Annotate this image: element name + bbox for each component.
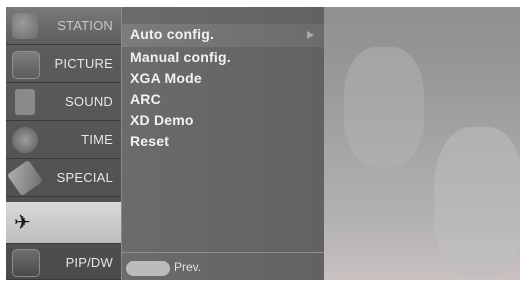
sidebar-item-label: SOUND <box>65 94 113 109</box>
blurred-shape <box>344 47 424 167</box>
sidebar-item-label: SPECIAL <box>56 170 113 185</box>
menu-item-xga-mode[interactable]: XGA Mode <box>130 70 202 86</box>
menu-item-label: Auto config. <box>130 26 215 42</box>
menu-item-auto-config[interactable]: Auto config. <box>122 24 324 47</box>
sidebar-item-label: TIME <box>81 132 113 147</box>
sidebar-item-sound[interactable]: SOUND <box>6 83 121 121</box>
sidebar-item-label: PICTURE <box>54 56 113 71</box>
pip-icon <box>12 249 40 277</box>
menu-item-xd-demo[interactable]: XD Demo <box>130 112 194 128</box>
sidebar-item-label: PIP/DW <box>65 254 113 270</box>
screen-icon: ✈ <box>14 210 31 234</box>
prev-label: Prev. <box>174 260 202 274</box>
sidebar-item-picture[interactable]: PICTURE <box>6 45 121 83</box>
sidebar-item-screen[interactable]: ✈ <box>6 202 121 244</box>
menu-item-arc[interactable]: ARC <box>130 91 161 107</box>
prev-button-icon[interactable] <box>126 261 170 276</box>
menu-item-manual-config[interactable]: Manual config. <box>130 49 231 65</box>
sidebar: STATION PICTURE SOUND TIME SPECIAL ✈ PIP… <box>6 7 121 280</box>
sound-icon <box>15 89 35 115</box>
menu-item-reset[interactable]: Reset <box>130 133 169 149</box>
sidebar-item-time[interactable]: TIME <box>6 121 121 159</box>
sidebar-item-label: STATION <box>57 18 113 33</box>
time-icon <box>7 122 43 158</box>
background-video-area <box>324 7 520 280</box>
tv-osd-screen: STATION PICTURE SOUND TIME SPECIAL ✈ PIP… <box>6 7 520 280</box>
screen-menu-panel: Auto config. Manual config. XGA Mode ARC… <box>121 7 324 280</box>
menu-divider <box>122 252 324 253</box>
special-icon <box>6 159 44 197</box>
sidebar-item-special[interactable]: SPECIAL <box>6 159 121 197</box>
arrow-right-icon <box>307 31 314 39</box>
sidebar-item-pip[interactable]: PIP/DW <box>6 245 121 280</box>
blurred-shape <box>434 127 520 277</box>
sidebar-item-station[interactable]: STATION <box>6 7 121 45</box>
station-icon <box>12 13 38 39</box>
picture-icon <box>12 51 40 79</box>
